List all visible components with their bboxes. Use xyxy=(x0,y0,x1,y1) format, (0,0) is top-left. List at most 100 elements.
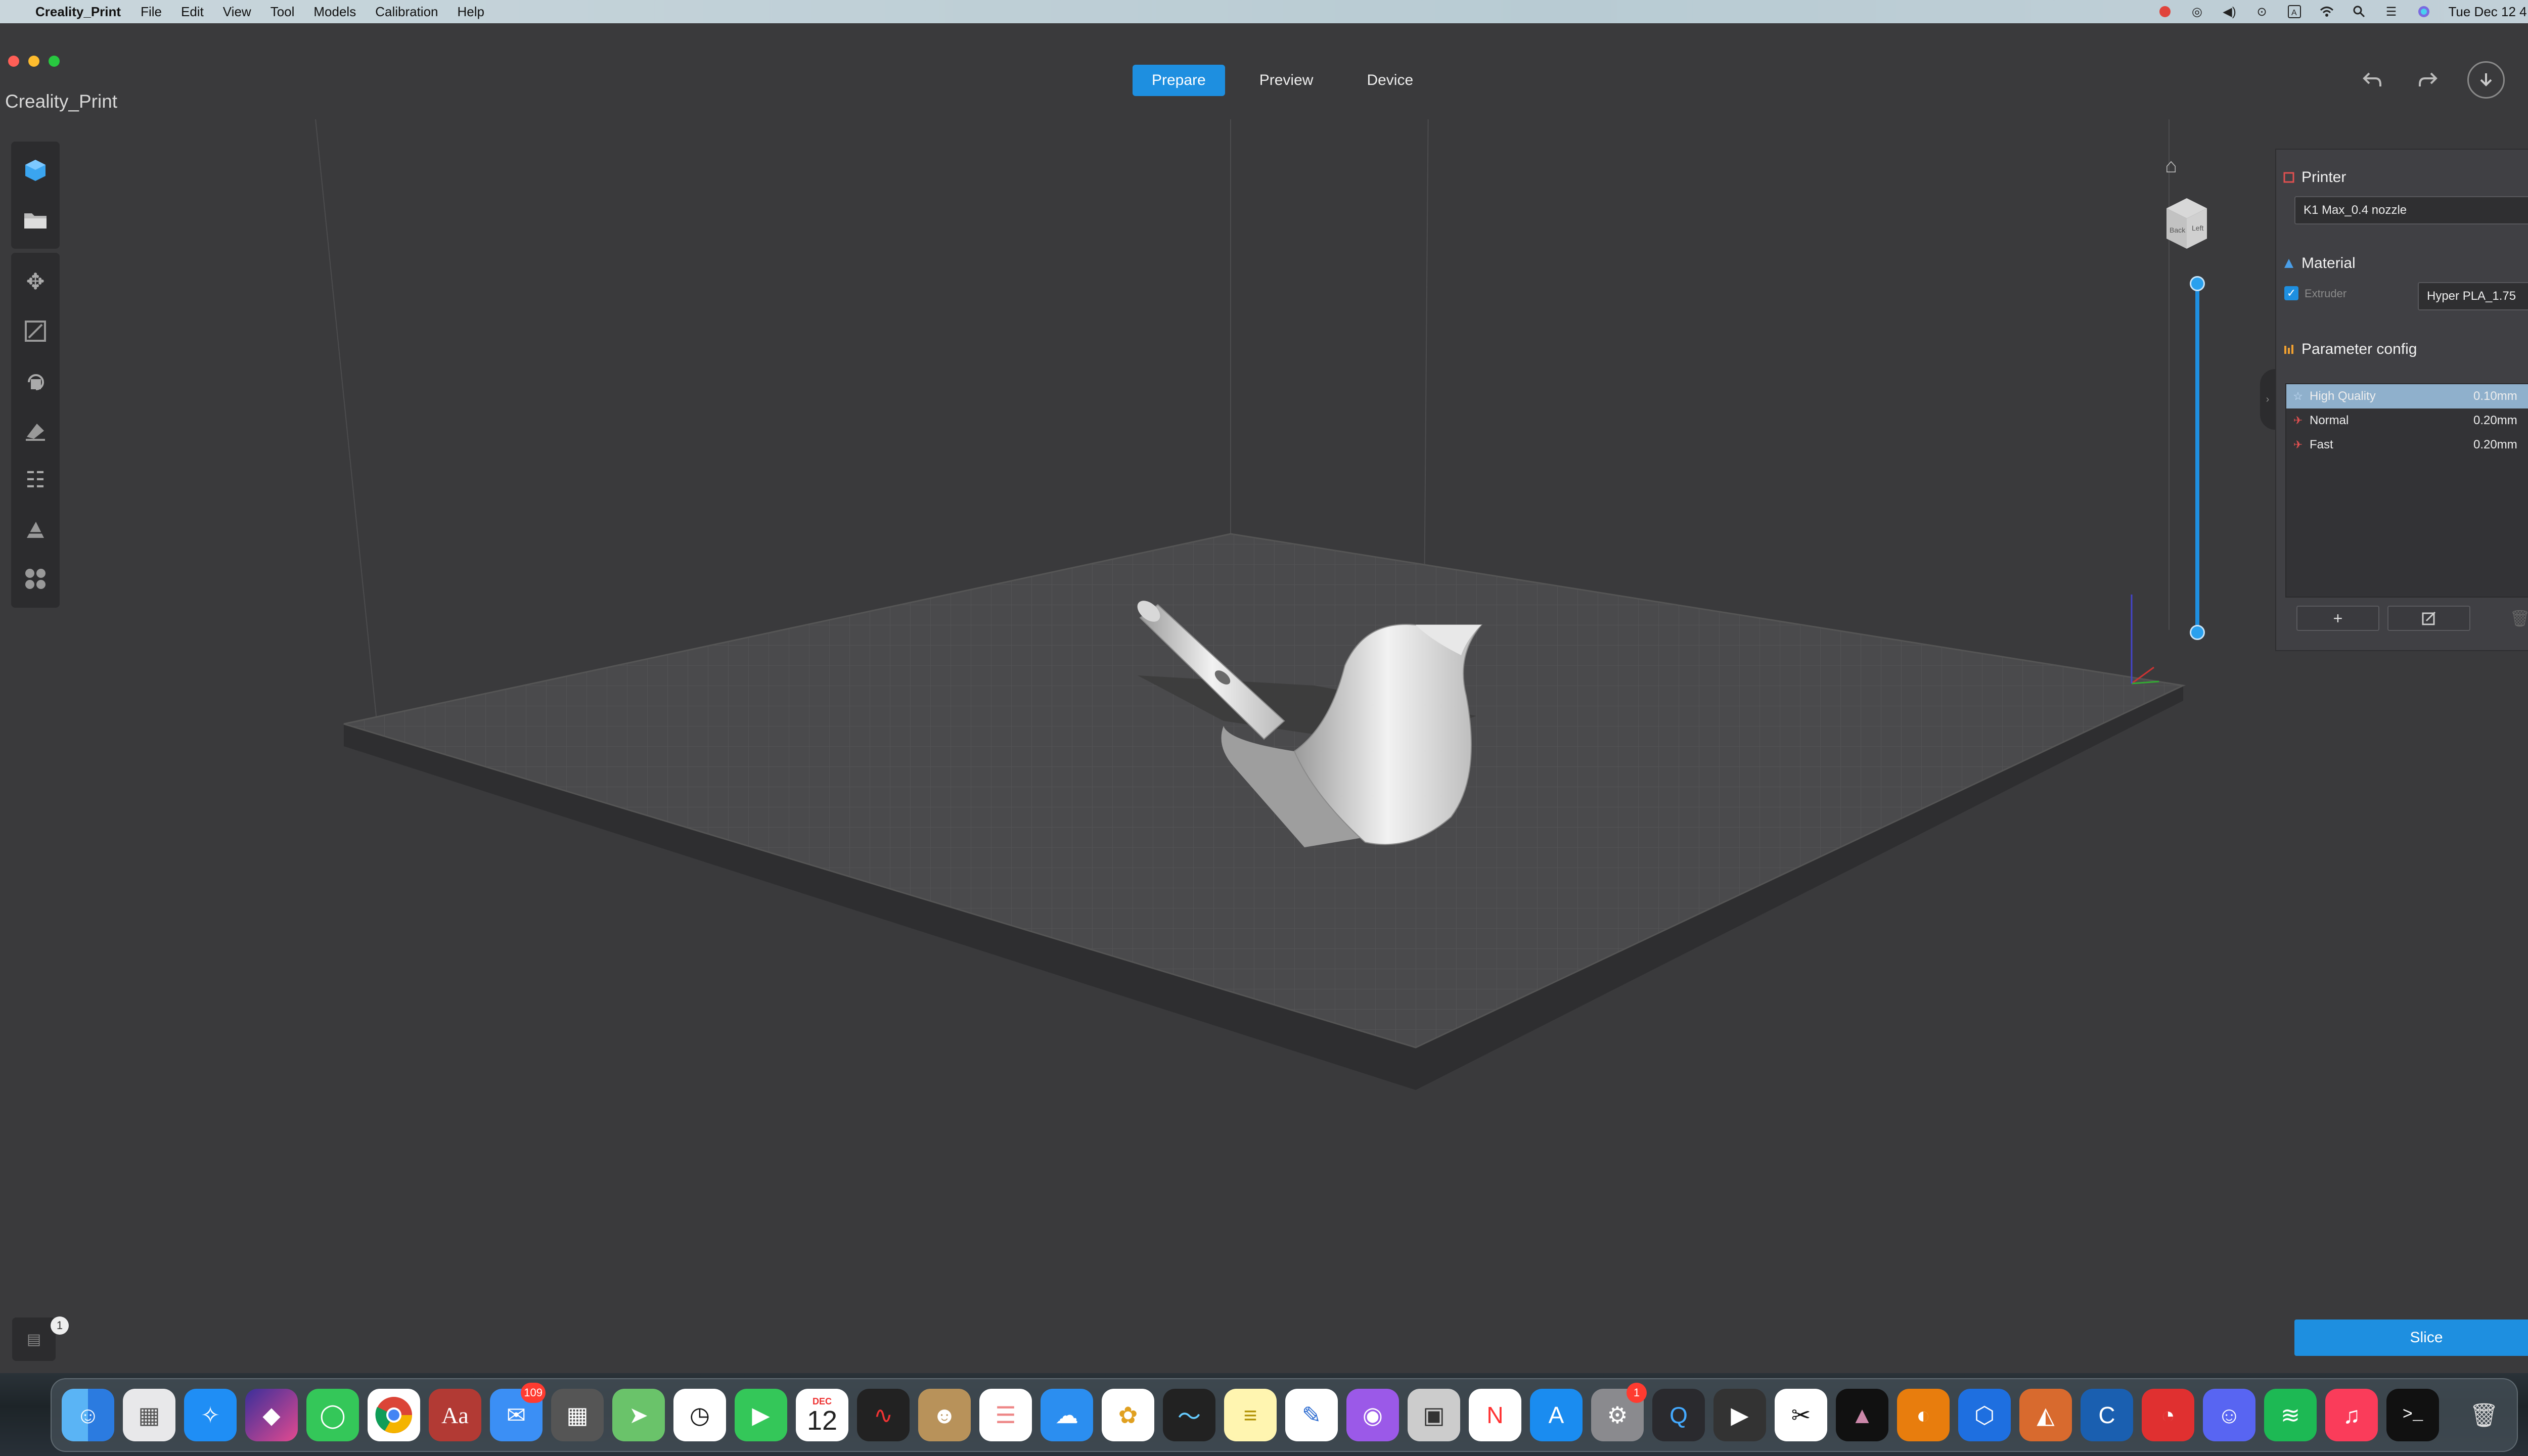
creality-print-dock-icon[interactable]: C xyxy=(2081,1389,2133,1441)
clock-icon[interactable]: ◷ xyxy=(673,1389,726,1441)
menu-tool[interactable]: Tool xyxy=(261,4,304,20)
activity-monitor-icon[interactable]: 〜 xyxy=(1163,1389,1215,1441)
home-view-icon[interactable]: ⌂ xyxy=(2165,155,2177,177)
menu-calibration[interactable]: Calibration xyxy=(366,4,447,20)
preview-icon[interactable]: ▣ xyxy=(1408,1389,1460,1441)
material-selected-value: Hyper PLA_1.75 xyxy=(2427,289,2516,303)
input-source-icon[interactable]: A xyxy=(2287,4,2302,19)
notes-icon[interactable]: ≡ xyxy=(1224,1389,1277,1441)
icloud-icon[interactable]: ☁ xyxy=(1041,1389,1093,1441)
capcut-icon[interactable]: ✂ xyxy=(1775,1389,1827,1441)
freeform-icon[interactable]: ✎ xyxy=(1285,1389,1338,1441)
messages-icon[interactable]: ◯ xyxy=(306,1389,359,1441)
delete-profile-button[interactable]: 🗑 xyxy=(2478,606,2528,631)
rotate-tool-icon[interactable] xyxy=(11,356,60,405)
extruder-checkbox[interactable]: ✓ xyxy=(2284,286,2298,300)
edit-tool-group: ✥ ☷ xyxy=(11,253,60,608)
macos-dock: ☺ ▦ ✧ ◆ ◯ Aa ✉ 109 ▦ ➤ ◷ ▶ DEC 12 ∿ ☻ ☰ ☁ … xyxy=(51,1378,2518,1452)
play-status-icon[interactable]: ⊙ xyxy=(2254,4,2270,19)
podcasts-icon[interactable]: ◉ xyxy=(1346,1389,1399,1441)
menu-models[interactable]: Models xyxy=(304,4,366,20)
launchpad-icon[interactable]: ▦ xyxy=(123,1389,175,1441)
edit-profile-button[interactable] xyxy=(2387,606,2470,631)
spotlight-search-icon[interactable] xyxy=(2352,4,2367,19)
menu-edit[interactable]: Edit xyxy=(171,4,213,20)
tab-preview[interactable]: Preview xyxy=(1240,65,1333,96)
download-icon[interactable] xyxy=(2467,61,2505,99)
printer-select[interactable]: K1 Max_0.4 nozzle ▼ xyxy=(2294,196,2528,224)
affinity-icon[interactable]: ▲ xyxy=(1836,1389,1888,1441)
blender-icon[interactable]: ◐ xyxy=(1897,1389,1950,1441)
creative-cloud-icon[interactable]: ◎ xyxy=(2190,4,2205,19)
calendar-icon[interactable]: DEC 12 xyxy=(796,1389,848,1441)
quality-row-high-quality[interactable]: ☆ High Quality 0.10mm xyxy=(2286,384,2528,408)
app-store-icon[interactable]: A xyxy=(1530,1389,1583,1441)
reminders-icon[interactable]: ☰ xyxy=(979,1389,1032,1441)
add-profile-button[interactable]: + xyxy=(2296,606,2379,631)
3d-viewport[interactable] xyxy=(0,119,2528,1373)
redo-icon[interactable] xyxy=(2412,64,2444,96)
window-minimize-button[interactable] xyxy=(28,56,39,67)
layer-slider-bottom-handle[interactable] xyxy=(2190,625,2205,640)
quicktime-icon[interactable]: Q xyxy=(1652,1389,1705,1441)
maps-icon[interactable]: ➤ xyxy=(612,1389,665,1441)
news-icon[interactable]: N xyxy=(1469,1389,1521,1441)
settings-panel: Printer K1 Max_0.4 nozzle ▼ Material ✓ E… xyxy=(2275,149,2528,651)
sketchup-icon[interactable]: ⬡ xyxy=(1958,1389,2011,1441)
music-icon[interactable]: ♫ xyxy=(2325,1389,2378,1441)
panel-collapse-handle[interactable]: › xyxy=(2260,369,2275,430)
final-cut-icon[interactable]: ▶ xyxy=(1713,1389,1766,1441)
menu-app-name[interactable]: Creality_Print xyxy=(30,4,131,20)
facetime-icon[interactable]: ▶ xyxy=(735,1389,787,1441)
system-settings-icon[interactable]: ⚙ 1 xyxy=(1591,1383,1647,1441)
move-tool-icon[interactable]: ✥ xyxy=(11,257,60,306)
support-tool-icon[interactable] xyxy=(11,505,60,554)
layer-range-slider[interactable] xyxy=(2195,283,2199,632)
finder-icon[interactable]: ☺ xyxy=(62,1389,114,1441)
menu-help[interactable]: Help xyxy=(448,4,494,20)
chrome-icon[interactable] xyxy=(368,1389,420,1441)
shortcuts-icon[interactable]: ◆ xyxy=(245,1389,298,1441)
open-folder-icon[interactable] xyxy=(11,195,60,245)
trash-icon[interactable]: 🗑 xyxy=(2458,1389,2510,1441)
slice-button[interactable]: Slice xyxy=(2294,1320,2528,1356)
cut-tool-icon[interactable]: ☷ xyxy=(11,455,60,505)
siri-icon[interactable] xyxy=(2416,4,2431,19)
view-cube[interactable]: Back Left xyxy=(2161,193,2237,264)
dictionary-icon[interactable]: Aa xyxy=(429,1389,481,1441)
window-close-button[interactable] xyxy=(8,56,19,67)
add-model-icon[interactable] xyxy=(11,146,60,195)
object-list-button[interactable]: ▤ xyxy=(12,1317,56,1361)
quality-row-fast[interactable]: ✈ Fast 0.20mm xyxy=(2286,433,2528,457)
scale-tool-icon[interactable] xyxy=(11,306,60,356)
terminal-icon[interactable]: >_ xyxy=(2386,1389,2439,1441)
menubar-clock[interactable]: Tue Dec 12 4:15 PM xyxy=(2449,4,2528,20)
lay-flat-tool-icon[interactable] xyxy=(11,405,60,455)
arrange-tool-icon[interactable] xyxy=(11,554,60,604)
menu-view[interactable]: View xyxy=(213,4,261,20)
view-cube-back-label: Back xyxy=(2170,226,2186,234)
tab-device[interactable]: Device xyxy=(1347,65,1432,96)
window-zoom-button[interactable] xyxy=(49,56,60,67)
fusion-icon[interactable]: ◭ xyxy=(2019,1389,2072,1441)
volume-icon[interactable]: ◀) xyxy=(2222,4,2237,19)
quality-row-normal[interactable]: ✈ Normal 0.20mm xyxy=(2286,408,2528,433)
calculator-icon[interactable]: ▦ xyxy=(551,1389,604,1441)
voice-memos-icon[interactable]: ∿ xyxy=(857,1389,910,1441)
material-select[interactable]: Hyper PLA_1.75 ▼ xyxy=(2418,282,2528,310)
safari-icon[interactable]: ✧ xyxy=(184,1389,237,1441)
undo-icon[interactable] xyxy=(2356,64,2388,96)
wifi-icon[interactable] xyxy=(2319,4,2334,19)
layer-slider-top-handle[interactable] xyxy=(2190,276,2205,291)
contacts-icon[interactable]: ☻ xyxy=(918,1389,971,1441)
orca-slicer-icon[interactable]: ◔ xyxy=(2142,1389,2194,1441)
discord-icon[interactable]: ☺ xyxy=(2203,1389,2255,1441)
tab-prepare[interactable]: Prepare xyxy=(1133,65,1225,96)
spotify-icon[interactable]: ≋ xyxy=(2264,1389,2317,1441)
mail-icon[interactable]: ✉ 109 xyxy=(490,1383,546,1441)
quality-name: Fast xyxy=(2310,438,2333,451)
record-status-icon[interactable] xyxy=(2157,4,2173,19)
control-center-icon[interactable]: ☰ xyxy=(2384,4,2399,19)
menu-file[interactable]: File xyxy=(131,4,171,20)
photos-icon[interactable]: ✿ xyxy=(1102,1389,1154,1441)
